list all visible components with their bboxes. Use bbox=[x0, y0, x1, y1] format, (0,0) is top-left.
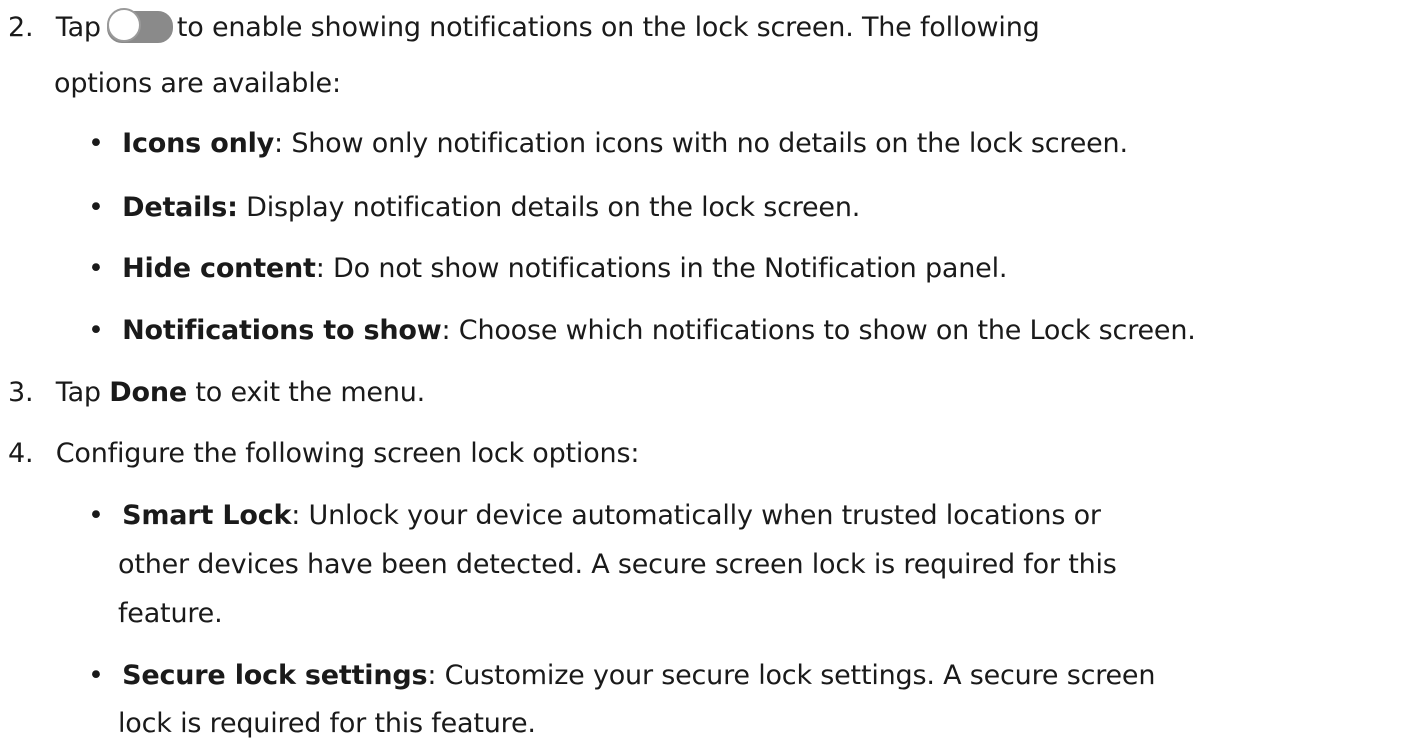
list-item: • Smart Lock: Unlock your device automat… bbox=[88, 498, 1101, 534]
term-description: : Unlock your device automatically when … bbox=[291, 500, 1101, 531]
step-number: 2. bbox=[8, 12, 34, 43]
toggle-switch-icon bbox=[106, 8, 173, 43]
term-description: : Customize your secure lock settings. A… bbox=[427, 660, 1156, 691]
list-item: • Notifications to show: Choose which no… bbox=[88, 313, 1196, 349]
term-smart-lock: Smart Lock bbox=[122, 500, 292, 531]
step-text: Tap bbox=[55, 377, 110, 408]
bullet-glyph: • bbox=[88, 660, 104, 691]
step-text: to exit the menu. bbox=[186, 377, 426, 408]
term-notifications-to-show: Notifications to show bbox=[122, 315, 442, 346]
term-icons-only: Icons only bbox=[122, 128, 275, 159]
term-description: other devices have been detected. A secu… bbox=[118, 549, 1117, 580]
instructions-document: 2. Tap to enable showing notifications on… bbox=[0, 0, 1428, 746]
list-item: • Details: Display notification details … bbox=[88, 190, 860, 226]
step-2-line-1: 2. Tap to enable showing notifications on… bbox=[8, 8, 1040, 46]
step-number: 4. bbox=[8, 438, 34, 469]
list-item-continuation: other devices have been detected. A secu… bbox=[118, 547, 1117, 583]
step-text: Tap bbox=[55, 12, 101, 43]
term-description: lock is required for this feature. bbox=[118, 708, 536, 739]
step-text: Configure the following screen lock opti… bbox=[55, 438, 640, 469]
step-number: 3. bbox=[8, 377, 34, 408]
bullet-glyph: • bbox=[88, 315, 104, 346]
term-description: : Choose which notifications to show on … bbox=[441, 315, 1196, 346]
term-hide-content: Hide content bbox=[122, 253, 316, 284]
bullet-glyph: • bbox=[88, 500, 104, 531]
term-secure-lock-settings: Secure lock settings bbox=[122, 660, 428, 691]
step-3: 3. Tap Done to exit the menu. bbox=[8, 375, 425, 411]
bullet-glyph: • bbox=[88, 253, 104, 284]
step-4: 4. Configure the following screen lock o… bbox=[8, 436, 639, 472]
list-item: • Icons only: Show only notification ico… bbox=[88, 126, 1128, 162]
term-description: feature. bbox=[118, 598, 223, 629]
step-text: to enable showing notifications on the l… bbox=[176, 12, 1040, 43]
step-text: options are available: bbox=[54, 68, 341, 99]
bullet-glyph: • bbox=[88, 128, 104, 159]
list-item-continuation: feature. bbox=[118, 596, 223, 632]
term-done: Done bbox=[109, 377, 187, 408]
list-item: • Secure lock settings: Customize your s… bbox=[88, 658, 1155, 694]
list-item-continuation: lock is required for this feature. bbox=[118, 706, 536, 742]
term-description: : Do not show notifications in the Notif… bbox=[315, 253, 1008, 284]
term-description: : Show only notification icons with no d… bbox=[274, 128, 1128, 159]
term-details: Details: bbox=[122, 192, 238, 223]
bullet-glyph: • bbox=[88, 192, 104, 223]
term-description: Display notification details on the lock… bbox=[237, 192, 861, 223]
list-item: • Hide content: Do not show notification… bbox=[88, 251, 1007, 287]
step-2-line-2: options are available: bbox=[54, 66, 341, 102]
